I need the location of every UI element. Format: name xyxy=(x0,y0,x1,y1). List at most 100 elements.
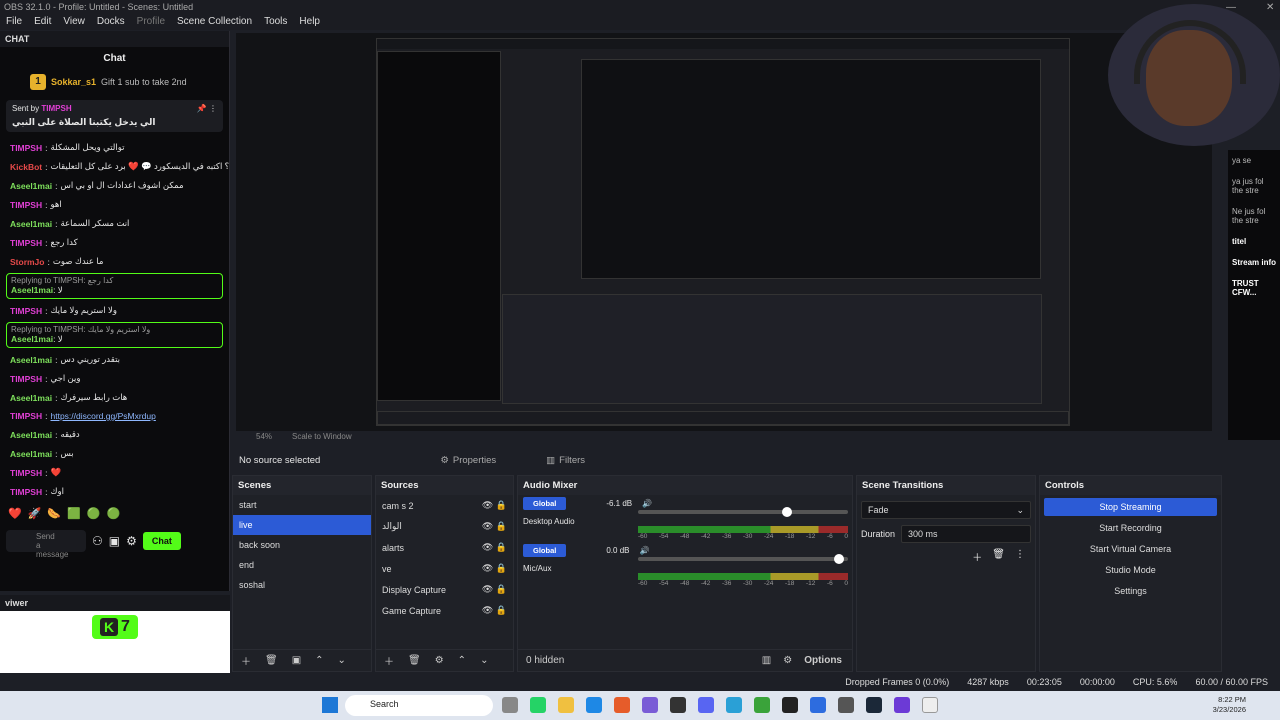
obs-icon[interactable] xyxy=(782,697,798,713)
chat-username[interactable]: TIMPSH xyxy=(10,143,42,153)
taskbar-search[interactable]: Search xyxy=(345,695,493,716)
remove-source-button[interactable]: 🗑 xyxy=(408,655,421,666)
chat-username[interactable]: Aseel1mai xyxy=(10,181,52,191)
pinned-message[interactable]: Sent by TIMPSH 📌 ⋮ الي يدخل يكتبنا الصلا… xyxy=(6,100,223,132)
source-settings-button[interactable]: ⚙ xyxy=(435,655,444,666)
volume-slider[interactable] xyxy=(638,554,848,564)
move-up-button[interactable]: ⌃ xyxy=(315,655,323,666)
source-visibility-lock-icons[interactable]: 👁 🔒 xyxy=(482,542,507,553)
emote-icon[interactable]: 🌭 xyxy=(47,507,61,520)
studio-mode-button[interactable]: Studio Mode xyxy=(1044,561,1217,579)
chat-username[interactable]: TIMPSH xyxy=(10,468,42,478)
emote-icon[interactable]: 🚀 xyxy=(28,507,42,520)
volume-knob[interactable] xyxy=(834,554,844,564)
source-item[interactable]: ve 👁 🔒 xyxy=(376,558,513,579)
chat-username[interactable]: TIMPSH xyxy=(10,306,42,316)
chat-username[interactable]: Aseel1mai xyxy=(10,393,52,403)
mixer-options-button[interactable]: Options xyxy=(804,655,842,666)
filters-button[interactable]: ▥ Filters xyxy=(546,455,585,466)
app-icon[interactable] xyxy=(838,697,854,713)
menu-edit[interactable]: Edit xyxy=(34,16,51,28)
scene-item[interactable]: soshal xyxy=(233,575,371,595)
add-transition-button[interactable]: ＋ xyxy=(972,549,982,564)
emote-icon[interactable]: ❤️ xyxy=(8,507,22,520)
duration-input[interactable]: 300 ms xyxy=(901,525,1031,543)
emote-icon[interactable]: 🟢 xyxy=(87,507,101,520)
menu-scene-collection[interactable]: Scene Collection xyxy=(177,16,252,28)
source-item[interactable]: alarts 👁 🔒 xyxy=(376,537,513,558)
settings-button[interactable]: Settings xyxy=(1044,582,1217,600)
emote-icon[interactable]: 🟢 xyxy=(107,507,121,520)
brave-icon[interactable] xyxy=(614,697,630,713)
file-explorer-icon[interactable] xyxy=(558,697,574,713)
store-icon[interactable] xyxy=(586,697,602,713)
source-visibility-lock-icons[interactable]: 👁 🔒 xyxy=(482,605,507,616)
start-virtual-camera-button[interactable]: Start Virtual Camera xyxy=(1044,540,1217,558)
layout-icon[interactable]: ▥ xyxy=(762,655,771,666)
scene-item[interactable]: back soon xyxy=(233,535,371,555)
chat-send-button[interactable]: Chat xyxy=(142,532,181,550)
volume-slider[interactable] xyxy=(638,507,848,517)
pin-icon[interactable]: 📌 ⋮ xyxy=(197,104,217,113)
emoji-icon[interactable]: ⚇ xyxy=(92,534,103,548)
whatsapp-icon[interactable] xyxy=(530,697,546,713)
transition-menu-button[interactable]: ⋮ xyxy=(1015,549,1025,564)
menu-tools[interactable]: Tools xyxy=(264,16,287,28)
source-item[interactable]: الوالد 👁 🔒 xyxy=(376,516,513,537)
chat-username[interactable]: TIMPSH xyxy=(10,374,42,384)
scale-dropdown[interactable]: Scale to Window xyxy=(292,432,352,444)
chat-username[interactable]: Aseel1mai xyxy=(10,449,52,459)
taskbar-clock[interactable]: 8:22 PM 3/23/2026 xyxy=(1213,695,1246,715)
menu-file[interactable]: File xyxy=(6,16,22,28)
mixer-settings-icon[interactable]: ⚙ xyxy=(783,655,792,666)
menu-profile[interactable]: Profile xyxy=(137,16,165,28)
close-button[interactable]: ✕ xyxy=(1266,2,1274,13)
chat-username[interactable]: Aseel1mai xyxy=(10,219,52,229)
chat-username[interactable]: StormJo xyxy=(10,257,44,267)
discord-icon[interactable] xyxy=(698,697,714,713)
source-visibility-lock-icons[interactable]: 👁 🔒 xyxy=(482,521,507,532)
transition-select[interactable]: Fade ⌄ xyxy=(861,501,1031,519)
chat-username[interactable]: KickBot xyxy=(10,162,42,172)
chat-username[interactable]: TIMPSH xyxy=(10,411,42,421)
menu-help[interactable]: Help xyxy=(299,16,320,28)
gift-icon[interactable]: ▣ xyxy=(109,534,120,548)
chat-message-input[interactable]: Send a message xyxy=(6,530,86,559)
app-icon[interactable] xyxy=(894,697,910,713)
task-view-icon[interactable] xyxy=(502,697,518,713)
menu-view[interactable]: View xyxy=(63,16,85,28)
scene-item[interactable]: live xyxy=(233,515,371,535)
chat-reply[interactable]: Replying to TIMPSH: ولا استريم ولا مايك … xyxy=(6,322,223,348)
speaker-icon[interactable]: 🔊 xyxy=(639,546,649,555)
source-item[interactable]: cam s 2 👁 🔒 xyxy=(376,495,513,516)
move-down-button[interactable]: ⌄ xyxy=(338,655,346,666)
top-gifter[interactable]: 1 Sokkar_s1 Gift 1 sub to take 2nd xyxy=(0,70,229,94)
remove-transition-button[interactable]: 🗑 xyxy=(992,549,1005,564)
app-icon[interactable] xyxy=(642,697,658,713)
move-up-button[interactable]: ⌃ xyxy=(458,655,466,666)
remove-scene-button[interactable]: 🗑 xyxy=(265,655,278,666)
menu-docks[interactable]: Docks xyxy=(97,16,125,28)
chat-username[interactable]: TIMPSH xyxy=(10,487,42,497)
steam-icon[interactable] xyxy=(866,697,882,713)
chat-username[interactable]: TIMPSH xyxy=(10,200,42,210)
emote-icon[interactable]: 🟩 xyxy=(67,507,81,520)
chat-username[interactable]: Aseel1mai xyxy=(10,430,52,440)
source-visibility-lock-icons[interactable]: 👁 🔒 xyxy=(482,500,507,511)
notepad-icon[interactable] xyxy=(922,697,938,713)
source-item[interactable]: Display Capture 👁 🔒 xyxy=(376,579,513,600)
settings-icon[interactable]: ⚙ xyxy=(126,534,137,548)
source-visibility-lock-icons[interactable]: 👁 🔒 xyxy=(482,563,507,574)
properties-button[interactable]: ⚙ Properties xyxy=(440,455,496,466)
volume-knob[interactable] xyxy=(782,507,792,517)
scene-item[interactable]: end xyxy=(233,555,371,575)
scene-item[interactable]: start xyxy=(233,495,371,515)
source-visibility-lock-icons[interactable]: 👁 🔒 xyxy=(482,584,507,595)
zoom-level[interactable]: 54% xyxy=(256,432,272,444)
windows-start-icon[interactable] xyxy=(322,697,338,713)
app-icon[interactable] xyxy=(754,697,770,713)
chat-username[interactable]: TIMPSH xyxy=(10,238,42,248)
move-down-button[interactable]: ⌄ xyxy=(480,655,488,666)
add-scene-button[interactable]: ＋ xyxy=(241,653,251,668)
chat-username[interactable]: Aseel1mai xyxy=(10,355,52,365)
